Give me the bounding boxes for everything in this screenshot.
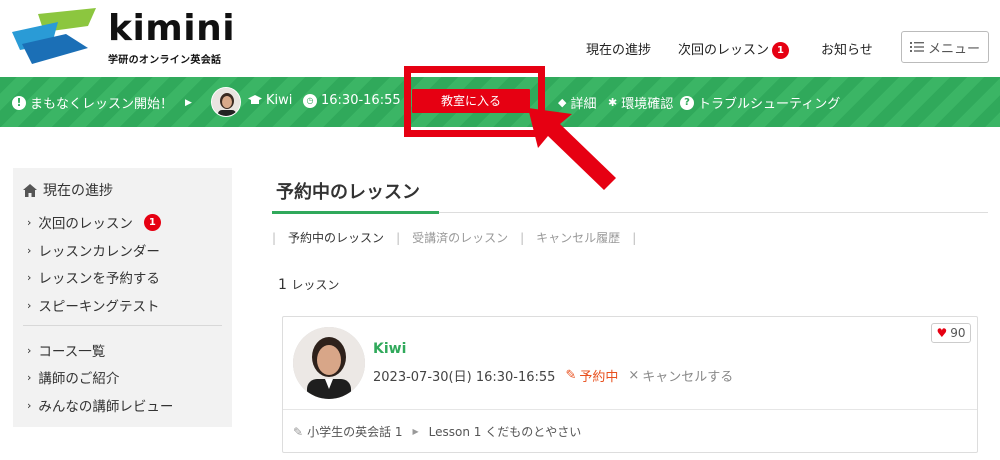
teacher-photo-icon	[212, 88, 240, 116]
bar-time-text: 16:30-16:55	[321, 93, 401, 108]
pencil-icon: ✎	[293, 424, 304, 439]
teacher-photo-icon	[293, 327, 365, 399]
lesson-tabs: | 予約中のレッスン | 受講済のレッスン | キャンセル履歴 |	[272, 229, 648, 246]
nav-next-lesson[interactable]: 次回のレッスン 1	[678, 39, 790, 59]
lesson-card: Kiwi 2023-07-30(日) 16:30-16:55 ✎ 予約中 × キ…	[282, 316, 978, 453]
detail-link-label: 詳細	[570, 97, 597, 112]
sidebar-item-label: スピーキングテスト	[38, 299, 160, 315]
play-arrow-icon: ▶	[185, 97, 192, 108]
sidebar-item-reviews[interactable]: › みんなの講師レビュー	[27, 395, 174, 416]
logo-wordmark: kimini	[108, 8, 236, 49]
nav-news[interactable]: お知らせ	[821, 39, 873, 58]
list-icon	[909, 42, 924, 52]
environment-check-label: 環境確認	[621, 97, 674, 112]
alert-icon: !	[12, 95, 26, 110]
cancel-link[interactable]: × キャンセルする	[628, 366, 733, 385]
page-title: 予約中のレッスン	[276, 182, 420, 203]
lesson-datetime-row: 2023-07-30(日) 16:30-16:55 ✎ 予約中 × キャンセルす…	[373, 366, 733, 385]
menu-label: メニュー	[927, 41, 980, 57]
gear-icon: ✱	[608, 96, 618, 109]
kimini-logo[interactable]: kimini 学研のオンライン英会話	[8, 4, 235, 68]
pencil-icon: ✎	[565, 368, 577, 383]
nav-progress[interactable]: 現在の進捗	[586, 39, 651, 58]
bar-teacher-name: Kiwi	[266, 93, 293, 108]
lesson-name[interactable]: Lesson 1 くだものとやさい	[429, 423, 582, 440]
nav-next-lesson-label: 次回のレッスン	[678, 43, 770, 58]
favorite-count: 90	[950, 326, 966, 340]
sidebar-item-label: コース一覧	[38, 344, 106, 360]
heart-icon: ♥	[936, 326, 948, 340]
status-label: 予約中	[579, 370, 619, 385]
chevron-right-icon: ›	[27, 343, 32, 357]
notification-badge: 1	[143, 213, 161, 231]
course-row: ✎ 小学生の英会話 1 ▶ Lesson 1 くだものとやさい	[293, 423, 581, 440]
tab-completed[interactable]: 受講済のレッスン	[412, 229, 508, 246]
sidebar-item-label: みんなの講師レビュー	[38, 399, 174, 415]
sidebar-item-next-lesson[interactable]: › 次回のレッスン 1	[27, 212, 161, 232]
sidebar-item-teachers[interactable]: › 講師のご紹介	[27, 367, 120, 388]
chevron-right-icon: ›	[27, 215, 32, 229]
title-underline	[272, 211, 439, 214]
sidebar-heading-label: 現在の進捗	[43, 183, 113, 199]
help-icon: ?	[680, 95, 694, 110]
sidebar-item-label: レッスンカレンダー	[38, 244, 160, 260]
sidebar-item-calendar[interactable]: › レッスンカレンダー	[27, 240, 160, 261]
chevron-right-icon: ›	[27, 370, 32, 384]
nav-progress-label: 現在の進捗	[586, 43, 652, 58]
lesson-notice-text: まもなくレッスン開始！	[30, 97, 174, 112]
favorite-button[interactable]: ♥ 90	[931, 323, 971, 343]
chevron-right-icon: ›	[27, 398, 32, 412]
bar-teacher[interactable]: Kiwi	[248, 93, 292, 108]
tab-separator: |	[632, 230, 637, 245]
lesson-count: 1 レッスン	[278, 276, 339, 293]
tab-separator: |	[520, 230, 525, 245]
teacher-avatar[interactable]	[293, 327, 365, 399]
course-name[interactable]: 小学生の英会話 1	[307, 423, 402, 440]
enter-classroom-button[interactable]: 教室に入る	[412, 89, 530, 113]
sidebar: 現在の進捗 › 次回のレッスン 1 › レッスンカレンダー › レッスンを予約する…	[13, 168, 232, 427]
notification-badge: 1	[772, 42, 790, 59]
chevron-right-icon: ›	[27, 298, 32, 312]
lesson-count-number: 1	[278, 277, 287, 293]
nav-news-label: お知らせ	[821, 43, 873, 58]
home-icon	[23, 183, 37, 197]
sidebar-item-reserve[interactable]: › レッスンを予約する	[27, 267, 160, 288]
chevron-right-icon: ›	[27, 270, 32, 284]
graduation-cap-icon	[248, 95, 262, 104]
card-divider	[283, 409, 977, 410]
teacher-name-link[interactable]: Kiwi	[373, 341, 406, 357]
tag-icon: ◆	[558, 96, 567, 109]
bar-time: ◷ 16:30-16:55	[303, 93, 401, 108]
tab-separator: |	[272, 230, 277, 245]
lesson-notice: ! まもなくレッスン開始！ ▶	[12, 93, 192, 112]
environment-check-link[interactable]: ✱ 環境確認	[608, 93, 673, 112]
sidebar-item-label: レッスンを予約する	[38, 271, 160, 287]
sidebar-heading[interactable]: 現在の進捗	[23, 180, 113, 200]
tab-cancel-history[interactable]: キャンセル履歴	[536, 229, 620, 246]
menu-button[interactable]: メニュー	[901, 31, 989, 63]
play-arrow-icon: ▶	[412, 427, 419, 436]
lesson-datetime: 2023-07-30(日) 16:30-16:55	[373, 370, 556, 385]
sidebar-item-courses[interactable]: › コース一覧	[27, 340, 106, 361]
cancel-label: キャンセルする	[642, 370, 734, 385]
sidebar-divider	[23, 325, 222, 326]
detail-link[interactable]: ◆ 詳細	[558, 93, 596, 112]
logo-tagline: 学研のオンライン英会話	[108, 55, 222, 66]
troubleshooting-link[interactable]: ? トラブルシューティング	[680, 93, 840, 112]
status-badge: ✎ 予約中	[565, 366, 618, 385]
troubleshooting-label: トラブルシューティング	[698, 97, 841, 112]
close-icon: ×	[628, 368, 640, 383]
sidebar-item-label: 講師のご紹介	[38, 371, 120, 387]
tab-reserved[interactable]: 予約中のレッスン	[288, 229, 384, 246]
header: kimini 学研のオンライン英会話 現在の進捗 次回のレッスン 1 お知らせ メ…	[0, 0, 1000, 76]
teacher-avatar[interactable]	[211, 87, 241, 117]
lesson-count-unit: レッスン	[291, 278, 340, 292]
clock-icon: ◷	[303, 93, 317, 108]
logo-mark-icon	[12, 8, 96, 64]
sidebar-item-speaking-test[interactable]: › スピーキングテスト	[27, 295, 160, 316]
chevron-right-icon: ›	[27, 243, 32, 257]
sidebar-item-label: 次回のレッスン	[38, 216, 133, 232]
tab-separator: |	[396, 230, 401, 245]
